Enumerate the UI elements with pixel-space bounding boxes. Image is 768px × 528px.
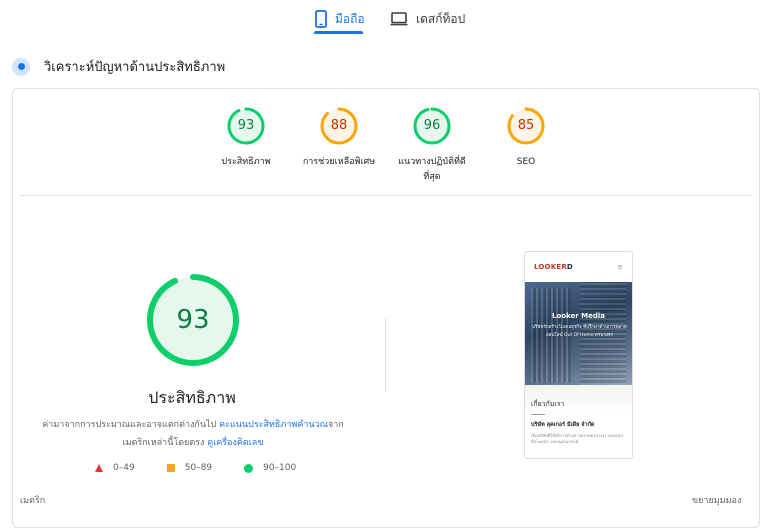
score-label: SEO bbox=[516, 157, 536, 167]
divider bbox=[20, 195, 752, 196]
desc-text-2: จาก bbox=[327, 420, 344, 430]
legend-label: 0–49 bbox=[113, 463, 135, 473]
company-name: บริษัท ลุคเกอร์ มีเดีย จำกัด bbox=[531, 422, 595, 428]
orange-square-icon bbox=[166, 464, 175, 472]
score-value: 85 bbox=[517, 118, 535, 133]
main-performance-gauge: 93 bbox=[146, 273, 240, 367]
score-label-line2: ที่สุด bbox=[423, 172, 441, 182]
about-rule bbox=[531, 414, 545, 415]
logo-dark: D bbox=[566, 263, 573, 271]
score-description: ค่ามาจากการประมาณและอาจแตกต่างกันไป คะแน… bbox=[36, 416, 350, 452]
tab-mobile-label: มือถือ bbox=[335, 11, 365, 26]
device-tabs: มือถือ เดสก์ท็อป bbox=[0, 0, 768, 36]
score-best-practices[interactable]: 96 แนวทางปฏิบัติที่ดี ที่สุด bbox=[382, 107, 482, 185]
tab-desktop[interactable]: เดสก์ท็อป bbox=[390, 4, 465, 34]
section-header: วิเคราะห์ปัญหาด้านประสิทธิภาพ bbox=[12, 56, 225, 77]
hero-subtitle: บริษัทรับสร้างโมเดลธุรกิจ ที่ปรึกษาด้านก… bbox=[532, 325, 627, 338]
score-calculation-link[interactable]: คะแนนประสิทธิภาพคำนวณ bbox=[219, 420, 328, 430]
preview-about: เกี่ยวกับเรา บริษัท ลุคเกอร์ มีเดีย จำกั… bbox=[525, 385, 632, 458]
preview-hero: Looker Media บริษัทรับสร้างโมเดลธุรกิจ ท… bbox=[525, 282, 632, 385]
score-gauge: 96 bbox=[413, 107, 451, 145]
main-score-value: 93 bbox=[176, 305, 210, 335]
score-value: 88 bbox=[330, 118, 348, 133]
mobile-phone-icon bbox=[315, 10, 327, 28]
expand-view-toggle[interactable]: ขยายมุมมอง bbox=[692, 493, 741, 507]
menu-icon: ≡ bbox=[617, 263, 623, 271]
legend-average: 50–89 bbox=[166, 463, 213, 473]
active-tab-indicator bbox=[314, 31, 363, 34]
tab-desktop-label: เดสก์ท็อป bbox=[416, 11, 466, 26]
legend-label: 50–89 bbox=[184, 463, 213, 473]
score-label: การช่วยเหลือพิเศษ bbox=[302, 157, 376, 167]
score-accessibility[interactable]: 88 การช่วยเหลือพิเศษ bbox=[289, 107, 389, 170]
page-screenshot-preview[interactable]: LOOKERD ≡ Looker Media บริษัทรับสร้างโมเ… bbox=[524, 251, 633, 459]
desc-text-3: เมตริกเหล่านี้โดยตรง bbox=[122, 438, 208, 448]
vertical-divider bbox=[385, 318, 386, 392]
preview-header: LOOKERD ≡ bbox=[525, 252, 632, 282]
section-title: วิเคราะห์ปัญหาด้านประสิทธิภาพ bbox=[44, 60, 226, 75]
preview-logo: LOOKERD bbox=[534, 263, 573, 271]
legend-pass: 90–100 bbox=[244, 463, 296, 473]
about-body: เป็นบริษัทที่ให้บริการด้านการตลาดครบวงจร… bbox=[531, 433, 623, 444]
green-circle-icon bbox=[244, 463, 254, 473]
legend-fail: 0–49 bbox=[95, 463, 135, 473]
score-gauge: 93 bbox=[227, 107, 265, 145]
score-value: 96 bbox=[423, 118, 441, 133]
score-performance[interactable]: 93 ประสิทธิภาพ bbox=[196, 107, 296, 170]
score-seo[interactable]: 85 SEO bbox=[476, 107, 576, 170]
calculator-link[interactable]: ดูเครื่องคิดเลข bbox=[207, 438, 263, 448]
hero-title: Looker Media bbox=[551, 312, 606, 320]
score-label-line1: แนวทางปฏิบัติที่ดี bbox=[398, 157, 466, 167]
status-dot-icon bbox=[12, 57, 30, 76]
score-gauge: 85 bbox=[507, 107, 545, 145]
score-value: 93 bbox=[237, 118, 255, 133]
red-triangle-icon bbox=[95, 464, 103, 472]
metrics-heading: เมตริก bbox=[20, 496, 46, 506]
desktop-icon bbox=[390, 12, 408, 26]
tab-mobile[interactable]: มือถือ bbox=[315, 4, 365, 34]
main-score-title: ประสิทธิภาพ bbox=[148, 388, 236, 407]
logo-red: LOOKER bbox=[534, 263, 567, 271]
score-legend: 0–49 50–89 90–100 bbox=[95, 463, 328, 473]
score-gauge: 88 bbox=[320, 107, 358, 145]
legend-label: 90–100 bbox=[263, 463, 297, 473]
score-label: ประสิทธิภาพ bbox=[221, 157, 271, 167]
desc-text-1: ค่ามาจากการประมาณและอาจแตกต่างกันไป bbox=[42, 420, 220, 430]
score-label: แนวทางปฏิบัติที่ดี ที่สุด bbox=[382, 155, 482, 185]
about-title: เกี่ยวกับเรา bbox=[531, 400, 565, 408]
